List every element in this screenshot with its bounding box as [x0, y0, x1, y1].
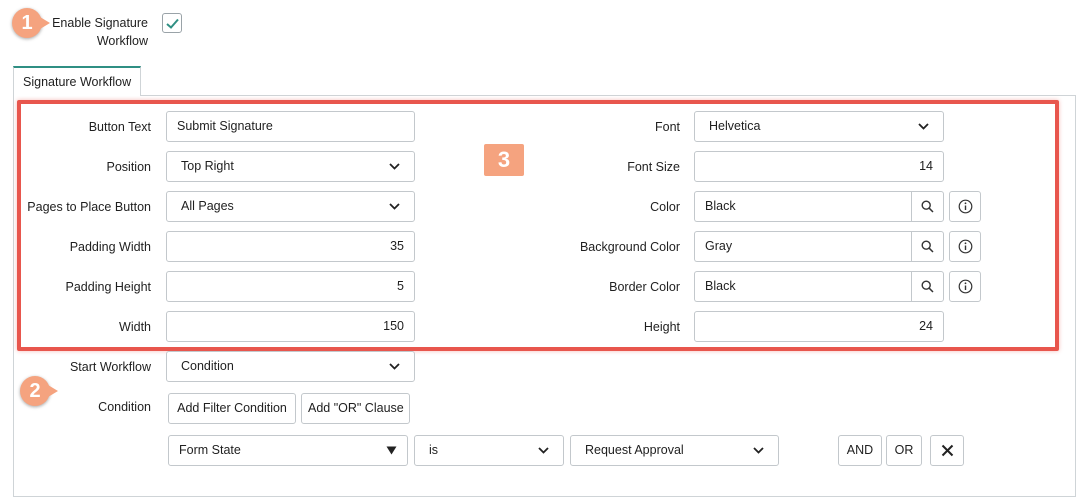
- triangle-down-icon: [386, 446, 397, 455]
- close-icon: [941, 444, 953, 457]
- background-color-reference-field: Gray: [694, 231, 944, 262]
- filter-operator-value: is: [429, 443, 439, 457]
- search-icon: [921, 280, 934, 293]
- tab-signature-workflow[interactable]: Signature Workflow: [13, 66, 142, 96]
- font-size-input[interactable]: 14: [694, 151, 944, 182]
- filter-value-select[interactable]: Request Approval: [570, 435, 779, 466]
- background-color-info-button[interactable]: [949, 231, 981, 262]
- or-button[interactable]: OR: [886, 435, 922, 466]
- enable-label-line2: Workflow: [96, 34, 148, 48]
- background-color-lookup-button[interactable]: [911, 231, 944, 262]
- color-info-button[interactable]: [949, 191, 981, 222]
- border-color-reference-field: Black: [694, 271, 944, 302]
- button-text-label: Button Text: [88, 120, 151, 134]
- border-color-lookup-button[interactable]: [911, 271, 944, 302]
- chevron-down-icon: [538, 447, 549, 454]
- remove-condition-button[interactable]: [930, 435, 964, 466]
- border-color-label: Border Color: [609, 280, 680, 294]
- chevron-down-icon: [753, 447, 764, 454]
- pages-value: All Pages: [181, 199, 234, 213]
- condition-label: Condition: [98, 400, 151, 414]
- color-label: Color: [650, 200, 680, 214]
- search-icon: [921, 240, 934, 253]
- color-input[interactable]: Black: [694, 191, 911, 222]
- width-input[interactable]: 150: [166, 311, 415, 342]
- chevron-down-icon: [389, 203, 400, 210]
- position-value: Top Right: [181, 159, 234, 173]
- filter-value-value: Request Approval: [585, 443, 684, 457]
- padding-width-label: Padding Width: [69, 240, 151, 254]
- enable-signature-workflow-label: Enable Signature Workflow: [48, 14, 148, 50]
- callout-badge-3: 3: [484, 144, 524, 176]
- add-filter-condition-button[interactable]: Add Filter Condition: [168, 393, 296, 424]
- add-or-clause-button[interactable]: Add "OR" Clause: [301, 393, 410, 424]
- font-select[interactable]: Helvetica: [694, 111, 944, 142]
- search-icon: [921, 200, 934, 213]
- chevron-down-icon: [389, 163, 400, 170]
- enable-label-line1: Enable Signature: [52, 16, 148, 30]
- enable-signature-workflow-checkbox[interactable]: [162, 13, 182, 33]
- start-workflow-label: Start Workflow: [69, 360, 151, 374]
- color-reference-field: Black: [694, 191, 944, 222]
- info-icon: [958, 279, 972, 294]
- height-input[interactable]: 24: [694, 311, 944, 342]
- info-icon: [958, 239, 972, 254]
- height-label: Height: [643, 320, 680, 334]
- filter-field-select[interactable]: Form State: [168, 435, 408, 466]
- color-lookup-button[interactable]: [911, 191, 944, 222]
- info-icon: [958, 199, 972, 214]
- pages-select[interactable]: All Pages: [166, 191, 415, 222]
- chevron-down-icon: [918, 123, 929, 130]
- chevron-down-icon: [389, 363, 400, 370]
- font-size-label: Font Size: [627, 160, 680, 174]
- width-label: Width: [119, 320, 151, 334]
- button-text-input[interactable]: Submit Signature: [166, 111, 415, 142]
- start-workflow-value: Condition: [181, 359, 234, 373]
- pages-label: Pages to Place Button: [27, 200, 151, 214]
- padding-height-label: Padding Height: [65, 280, 151, 294]
- checkmark-icon: [165, 18, 179, 29]
- padding-width-input[interactable]: 35: [166, 231, 415, 262]
- callout-badge-1: 1: [12, 8, 50, 38]
- padding-height-input[interactable]: 5: [166, 271, 415, 302]
- filter-field-value: Form State: [179, 443, 241, 457]
- filter-operator-select[interactable]: is: [414, 435, 564, 466]
- background-color-label: Background Color: [579, 240, 680, 254]
- and-button[interactable]: AND: [838, 435, 882, 466]
- border-color-info-button[interactable]: [949, 271, 981, 302]
- font-label: Font: [654, 120, 680, 134]
- background-color-input[interactable]: Gray: [694, 231, 911, 262]
- font-value: Helvetica: [709, 119, 761, 133]
- position-label: Position: [106, 160, 151, 174]
- position-select[interactable]: Top Right: [166, 151, 415, 182]
- border-color-input[interactable]: Black: [694, 271, 911, 302]
- start-workflow-select[interactable]: Condition: [166, 351, 415, 382]
